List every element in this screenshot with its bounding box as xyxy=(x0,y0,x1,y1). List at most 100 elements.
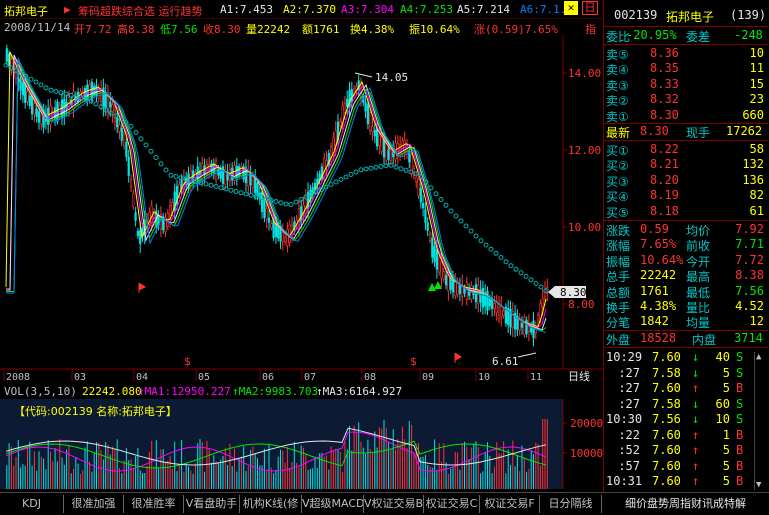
tab-jigou-kxian[interactable]: 机构K线(修 xyxy=(240,495,302,513)
tab-right-functions[interactable]: 细价盘势周指财讯成特解 xyxy=(602,495,769,513)
date-axis-label: 11 xyxy=(530,372,542,383)
candle-body xyxy=(120,127,123,141)
ma-dot xyxy=(178,175,184,181)
tick-arrow-icon: ↑ xyxy=(692,458,700,473)
tick-price: 7.58 xyxy=(652,365,681,380)
tab-kanpan-zhushou[interactable]: V看盘助手 xyxy=(184,495,240,513)
candle-body xyxy=(490,299,494,310)
tab-warrant-c[interactable]: 权证交易C xyxy=(424,495,480,513)
candle-body xyxy=(431,237,434,258)
quote-panel: 002139 拓邦电子 (139) 委比 -20.95% 委差 -248 卖⑤ 8… xyxy=(603,0,769,492)
tick-price: 7.60 xyxy=(652,474,681,488)
ma-dot xyxy=(533,281,539,286)
stat-value: 10.64% xyxy=(640,252,684,267)
svg-text:8.30: 8.30 xyxy=(560,286,587,299)
date-axis-label: 09 xyxy=(422,372,434,383)
volume-title[interactable]: VOL(3,5,10) xyxy=(4,385,77,398)
tick-time: 10:30 xyxy=(606,412,643,426)
candle-body xyxy=(33,103,36,115)
ma-dot xyxy=(478,238,484,244)
scroll-down-icon: ▼ xyxy=(756,480,762,490)
tab-warrant-f[interactable]: 权证交易F xyxy=(480,495,540,513)
candle-body xyxy=(132,192,135,207)
tick-row: :27 7.60 ↑ 5 B xyxy=(604,381,768,397)
svg-text:6.61: 6.61 xyxy=(492,355,519,368)
period-label[interactable]: 日线 xyxy=(568,369,590,383)
dollar-marker-icon: $ xyxy=(410,355,417,368)
ma-dot xyxy=(3,62,9,68)
scroll-up-icon: ▲ xyxy=(756,352,762,362)
dropdown-arrow-icon[interactable]: ▶ xyxy=(64,3,71,16)
price-axis: 14.00 12.00 10.00 8.00 xyxy=(563,67,601,311)
candle-body xyxy=(415,177,418,183)
tick-volume: 5 xyxy=(722,381,730,395)
candle-body xyxy=(260,191,264,212)
tab-warrant-b[interactable]: V权证交易B xyxy=(364,495,424,513)
candlestick-chart[interactable]: 14.00 12.00 10.00 8.00 14.05 6.61 8.30 $… xyxy=(0,35,603,383)
ma-dot xyxy=(173,174,179,179)
tick-time: :27 xyxy=(618,381,640,395)
ma-dot xyxy=(48,87,54,93)
ma-dot xyxy=(58,90,64,96)
date-axis-label: 04 xyxy=(136,372,148,383)
candle-body xyxy=(444,275,448,286)
tab-day-separator[interactable]: 日分隔线 xyxy=(540,495,602,513)
ma-dot xyxy=(338,177,344,182)
volume-chart[interactable]: 【代码:002139 名称:拓邦电子】 20000 10000 xyxy=(0,399,603,489)
date-axis-label: 08 xyxy=(364,372,376,383)
candle-body xyxy=(481,288,485,308)
tab-kdj[interactable]: KDJ xyxy=(0,495,64,513)
volume-header: VOL(3,5,10) 22242.080 ↑MA1:12950.227 ↑MA… xyxy=(0,383,603,399)
ma-dot xyxy=(158,161,164,167)
bid-row: 买③ 8.20 136 xyxy=(604,173,768,189)
candle-body xyxy=(5,48,8,62)
tab-henzhun-jiaqiang[interactable]: 很准加强 xyxy=(64,495,124,513)
tick-bs: S xyxy=(736,396,744,411)
ask-volume: 15 xyxy=(749,76,764,91)
candle-body xyxy=(129,179,133,187)
tick-price: 7.60 xyxy=(652,443,681,457)
bid-price: 8.18 xyxy=(650,203,679,218)
stock-name[interactable]: 拓邦电子 xyxy=(4,3,48,19)
stat-value: 0.59 xyxy=(640,222,669,236)
candle-body xyxy=(438,257,441,273)
stat-value: 12 xyxy=(749,314,764,329)
candle-body xyxy=(277,226,280,239)
candle-body xyxy=(428,233,432,241)
bid-price: 8.22 xyxy=(650,142,679,156)
candle-body xyxy=(523,317,526,335)
stock-count: (139) xyxy=(730,8,767,22)
ma-dot xyxy=(128,123,134,129)
tick-scrollbar[interactable]: ▲ ▼ xyxy=(754,352,764,490)
ma-dot xyxy=(488,246,494,252)
stat-row: 涨跌 0.59 均价 7.92 xyxy=(604,222,768,238)
tick-price: 7.56 xyxy=(652,412,681,426)
price-info-bar: 2008/11/14 开7.72 高8.38 低7.56 收8.30 量2224… xyxy=(0,19,603,36)
indicator-title[interactable]: 筹码超跌综合选 运行趋势 xyxy=(78,3,203,19)
candlestick-series xyxy=(5,44,549,347)
stock-code: 002139 xyxy=(614,8,658,22)
tab-henzhun-shenglv[interactable]: 很准胜率 xyxy=(124,495,184,513)
tick-bs: B xyxy=(736,427,744,442)
ma-dot xyxy=(493,250,499,256)
period-button[interactable]: 日 xyxy=(582,1,598,15)
tick-bs: B xyxy=(736,443,744,457)
candle-body xyxy=(267,217,271,223)
date-axis-label: 10 xyxy=(478,372,490,383)
candle-body xyxy=(134,212,137,221)
buy-signal-icon xyxy=(454,352,462,363)
tick-row: 10:30 7.56 ↓ 10 S xyxy=(604,412,768,428)
candle-body xyxy=(417,178,420,196)
stat-label: 均量 xyxy=(686,316,711,331)
candle-body xyxy=(118,124,121,132)
candle-body xyxy=(378,134,381,146)
window-gear-icon[interactable]: ✕ xyxy=(564,1,578,15)
tab-super-macd[interactable]: V超级MACD xyxy=(302,495,364,513)
ask-price: 8.32 xyxy=(650,92,679,107)
volume-ma2: ↑MA2:9983.703 xyxy=(232,385,319,398)
ask-row: 卖⑤ 8.36 10 xyxy=(604,46,768,62)
candle-body xyxy=(339,120,342,126)
candle-body xyxy=(127,156,130,176)
tick-volume: 10 xyxy=(715,412,730,426)
stat-row: 振幅 10.64% 今开 7.72 xyxy=(604,253,768,269)
